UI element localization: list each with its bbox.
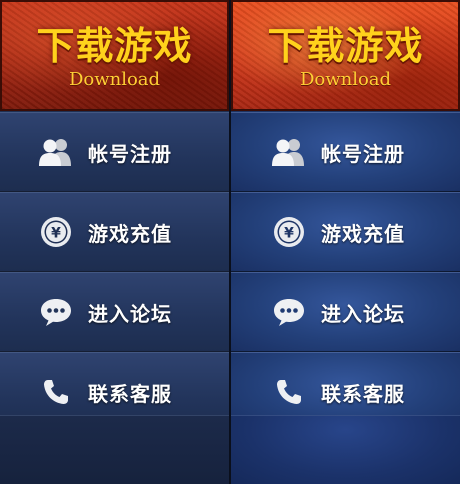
download-subtitle: Download <box>299 68 392 90</box>
menu-item-label: 进入论坛 <box>321 301 405 326</box>
menu-item-label: 进入论坛 <box>88 301 172 326</box>
menu-item-register-hover[interactable]: 帐号注册 <box>231 112 460 192</box>
menu-item-label: 游戏充值 <box>321 221 405 246</box>
menu-item-forum[interactable]: 进入论坛 <box>0 272 229 352</box>
menu-item-label: 帐号注册 <box>321 141 405 166</box>
menu-item-forum-hover[interactable]: 进入论坛 <box>231 272 460 352</box>
menu-item-label: 联系客服 <box>88 381 172 406</box>
download-title: 下载游戏 <box>36 23 193 68</box>
phone-icon <box>38 374 74 410</box>
footer-band <box>0 415 229 484</box>
download-subtitle: Download <box>68 68 161 90</box>
svg-text:¥: ¥ <box>284 226 294 242</box>
menu-sprite-sheet: 下载游戏 Download 帐号注册 ¥ 游戏充值 进入论坛 联系客服 下载游戏… <box>0 0 460 484</box>
phone-icon <box>271 374 307 410</box>
yen-coin-icon: ¥ <box>271 214 307 250</box>
menu-item-label: 联系客服 <box>321 381 405 406</box>
menu-item-label: 游戏充值 <box>88 221 172 246</box>
yen-coin-icon: ¥ <box>38 214 74 250</box>
speech-bubble-icon <box>38 294 74 330</box>
users-icon <box>38 134 74 170</box>
download-game-button[interactable]: 下载游戏 Download <box>0 0 229 111</box>
menu-column-hover: 下载游戏 Download 帐号注册 ¥ 游戏充值 进入论坛 联系客服 <box>231 0 460 484</box>
users-icon <box>271 134 307 170</box>
menu-column-normal: 下载游戏 Download 帐号注册 ¥ 游戏充值 进入论坛 联系客服 <box>0 0 229 484</box>
menu-item-recharge[interactable]: ¥ 游戏充值 <box>0 192 229 272</box>
menu-item-label: 帐号注册 <box>88 141 172 166</box>
download-title: 下载游戏 <box>267 23 424 68</box>
footer-band <box>231 415 460 484</box>
svg-text:¥: ¥ <box>51 226 61 242</box>
menu-item-register[interactable]: 帐号注册 <box>0 112 229 192</box>
speech-bubble-icon <box>271 294 307 330</box>
menu-item-recharge-hover[interactable]: ¥ 游戏充值 <box>231 192 460 272</box>
download-game-button-hover[interactable]: 下载游戏 Download <box>231 0 460 111</box>
